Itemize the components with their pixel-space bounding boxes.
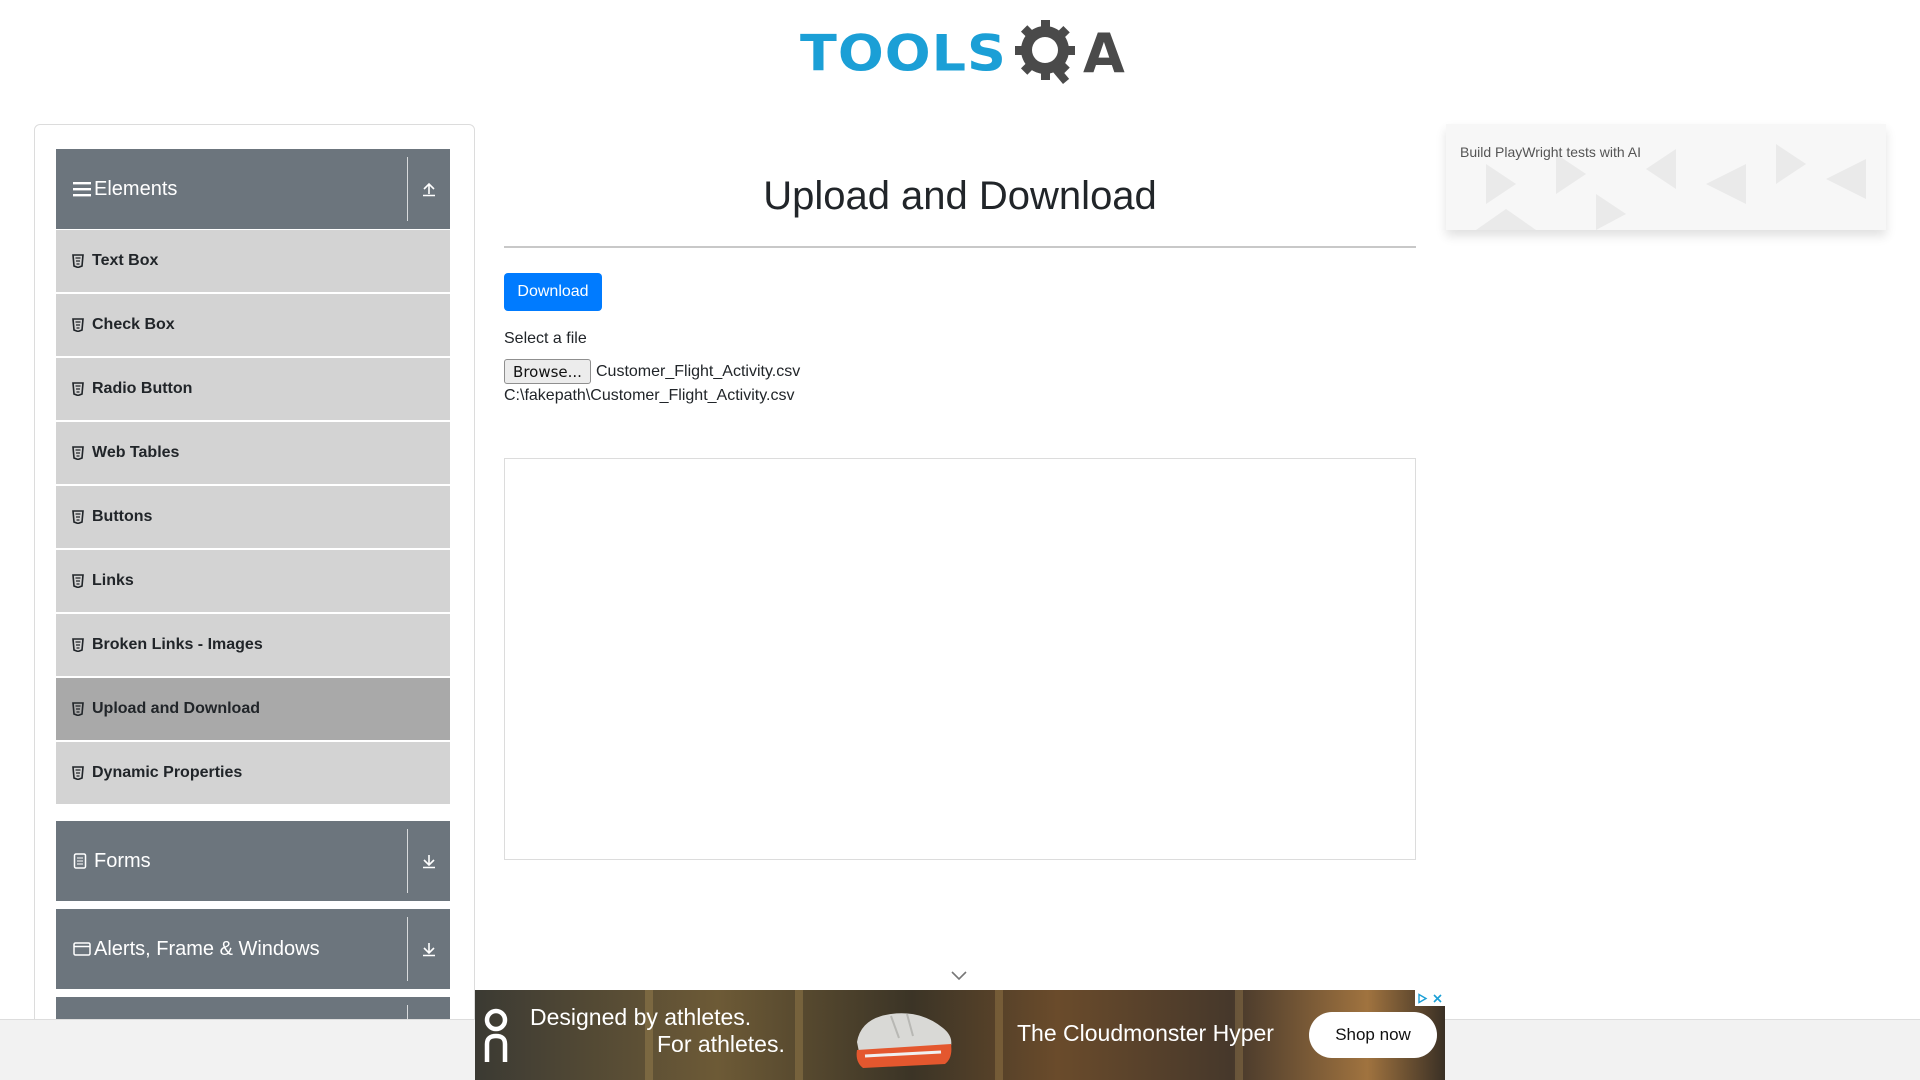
group-label: Forms xyxy=(94,849,151,872)
logo-text: TOOLS xyxy=(800,24,1007,82)
sidebar-item-broken-links-images[interactable]: Broken Links - Images xyxy=(56,614,450,676)
html5-icon xyxy=(70,701,86,717)
divider xyxy=(504,246,1416,248)
decoration xyxy=(995,990,1003,1080)
bottom-ad-banner[interactable]: Designed by athletes. For athletes. The … xyxy=(475,990,1445,1080)
sidebar-item-check-box[interactable]: Check Box xyxy=(56,294,450,356)
toolsqa-logo[interactable]: TOOLS A xyxy=(800,14,1126,92)
group-label: Alerts, Frame & Windows xyxy=(94,937,320,960)
ad-choices-icon[interactable] xyxy=(1415,990,1445,1006)
html5-icon xyxy=(70,381,86,397)
expand-down-icon[interactable] xyxy=(408,941,450,957)
browse-button[interactable]: Browse... xyxy=(504,359,591,384)
close-icon[interactable] xyxy=(1432,993,1443,1004)
html5-icon xyxy=(70,509,86,525)
sidebar-item-label: Buttons xyxy=(92,508,153,525)
uploaded-file-path: C:\fakepath\Customer_Flight_Activity.csv xyxy=(504,387,795,404)
ad-headline-line2: For athletes. xyxy=(657,1031,785,1057)
elements-menu: Text Box Check Box Radio Button Web Tabl… xyxy=(56,230,450,806)
side-ad-text: Build PlayWright tests with AI xyxy=(1460,144,1642,160)
sidebar-item-links[interactable]: Links xyxy=(56,550,450,612)
sidebar-item-label: Dynamic Properties xyxy=(92,764,243,781)
window-icon xyxy=(56,941,92,957)
sidebar-item-radio-button[interactable]: Radio Button xyxy=(56,358,450,420)
group-elements-header[interactable]: Elements xyxy=(56,149,450,229)
html5-icon xyxy=(70,253,86,269)
expand-down-icon[interactable] xyxy=(408,853,450,869)
sidebar-item-label: Web Tables xyxy=(92,444,180,461)
decoration xyxy=(795,990,803,1080)
on-brand-logo xyxy=(484,1008,508,1062)
sidebar-item-buttons[interactable]: Buttons xyxy=(56,486,450,548)
sidebar-item-dynamic-properties[interactable]: Dynamic Properties xyxy=(56,742,450,804)
html5-icon xyxy=(70,445,86,461)
page-title: Upload and Download xyxy=(763,174,1157,218)
hamburger-icon xyxy=(56,181,92,197)
sidebar-item-label: Links xyxy=(92,572,134,589)
group-alerts-header[interactable]: Alerts, Frame & Windows xyxy=(56,909,450,989)
download-button[interactable]: Download xyxy=(504,273,602,311)
html5-icon xyxy=(70,765,86,781)
pattern-background xyxy=(1476,144,1866,230)
sidebar-item-label: Broken Links - Images xyxy=(92,636,263,653)
sidebar-item-web-tables[interactable]: Web Tables xyxy=(56,422,450,484)
sidebar-item-upload-and-download[interactable]: Upload and Download xyxy=(56,678,450,740)
file-label: Select a file xyxy=(504,330,587,347)
collapse-up-icon[interactable] xyxy=(408,181,450,197)
file-input[interactable]: Browse... Customer_Flight_Activity.csv xyxy=(504,359,800,384)
sidebar-item-label: Radio Button xyxy=(92,380,193,397)
ad-product-name: The Cloudmonster Hyper xyxy=(1017,1020,1274,1046)
gear-icon xyxy=(1011,16,1085,90)
side-ad[interactable]: Build PlayWright tests with AI xyxy=(1446,124,1886,230)
html5-icon xyxy=(70,637,86,653)
selected-file-name: Customer_Flight_Activity.csv xyxy=(596,362,801,380)
ad-frame xyxy=(504,458,1416,860)
ad-headline: Designed by athletes. For athletes. xyxy=(530,1004,785,1058)
group-forms-header[interactable]: Forms xyxy=(56,821,450,901)
shoe-image xyxy=(856,1013,952,1068)
sidebar-item-label: Upload and Download xyxy=(92,700,260,717)
document-icon xyxy=(56,853,92,869)
ad-headline-line1: Designed by athletes. xyxy=(530,1004,752,1030)
sidebar: Elements Text Box Check Box Radio Button… xyxy=(34,124,475,1064)
chevron-down-icon[interactable] xyxy=(950,970,968,982)
sidebar-item-label: Check Box xyxy=(92,316,175,333)
logo-suffix: A xyxy=(1082,21,1125,85)
sidebar-item-label: Text Box xyxy=(92,252,159,269)
shop-now-button[interactable]: Shop now xyxy=(1309,1012,1437,1058)
play-icon xyxy=(1418,992,1428,1004)
html5-icon xyxy=(70,573,86,589)
sidebar-item-text-box[interactable]: Text Box xyxy=(56,230,450,292)
html5-icon xyxy=(70,317,86,333)
group-label: Elements xyxy=(94,177,178,200)
